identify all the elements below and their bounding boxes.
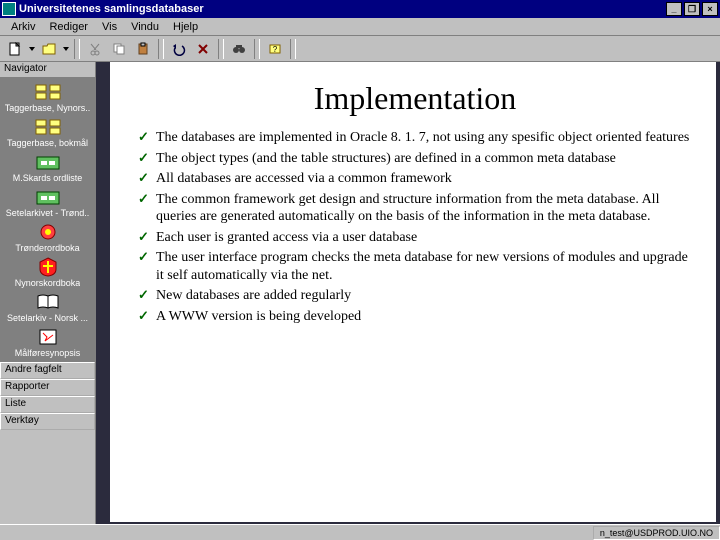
sidebar-item-label: Taggerbase, bokmål bbox=[7, 138, 88, 148]
work-area: Navigator Taggerbase, Nynors.. Taggerbas… bbox=[0, 62, 720, 524]
cut-button[interactable] bbox=[84, 39, 106, 59]
navigator-body: Taggerbase, Nynors.. Taggerbase, bokmål … bbox=[0, 78, 95, 362]
window-title: Universitetenes samlingsdatabaser bbox=[19, 3, 666, 15]
scissors-icon bbox=[88, 42, 102, 56]
footer-verktoy[interactable]: Verktøy bbox=[0, 413, 95, 430]
footer-rapporter[interactable]: Rapporter bbox=[0, 379, 95, 396]
mdi-background: Implementation The databases are impleme… bbox=[96, 62, 720, 524]
slide-bullet: The common framework get design and stru… bbox=[138, 191, 692, 226]
svg-text:?: ? bbox=[273, 45, 278, 54]
sidebar-item-label: Setelarkiv - Norsk ... bbox=[7, 313, 88, 323]
rose-icon bbox=[33, 222, 63, 242]
toolbar-separator bbox=[158, 39, 164, 59]
footer-andre-fagfelt[interactable]: Andre fagfelt bbox=[0, 362, 95, 379]
slide-bullet: The user interface program checks the me… bbox=[138, 249, 692, 284]
sidebar-item-label: M.Skards ordliste bbox=[13, 173, 83, 183]
find-button[interactable] bbox=[228, 39, 250, 59]
minimize-button[interactable]: _ bbox=[666, 2, 682, 16]
slide-title: Implementation bbox=[138, 80, 692, 117]
navigator-footer: Andre fagfelt Rapporter Liste Verktøy bbox=[0, 362, 95, 430]
paste-button[interactable] bbox=[132, 39, 154, 59]
open-button[interactable] bbox=[38, 39, 60, 59]
binoculars-icon bbox=[232, 42, 246, 56]
slide-bullet: A WWW version is being developed bbox=[138, 308, 692, 326]
folder-icon bbox=[33, 152, 63, 172]
navigator-panel: Navigator Taggerbase, Nynors.. Taggerbas… bbox=[0, 62, 96, 524]
title-bar: Universitetenes samlingsdatabaser _ ❐ × bbox=[0, 0, 720, 18]
map-icon bbox=[33, 327, 63, 347]
open-dropdown-icon[interactable] bbox=[62, 39, 70, 59]
new-button[interactable] bbox=[4, 39, 26, 59]
database-icon bbox=[33, 117, 63, 137]
copy-icon bbox=[112, 42, 126, 56]
paste-icon bbox=[136, 42, 150, 56]
window-controls: _ ❐ × bbox=[666, 2, 718, 16]
crest-icon bbox=[33, 257, 63, 277]
status-tray: n_test@USDPROD.UIO.NO bbox=[593, 526, 720, 540]
slide-bullet-list: The databases are implemented in Oracle … bbox=[138, 129, 692, 325]
sidebar-item-tronderordboka[interactable]: Trønderordboka bbox=[2, 220, 93, 255]
undo-icon bbox=[172, 42, 186, 56]
toolbar-separator bbox=[290, 39, 296, 59]
sidebar-item-taggerbase-nynorsk[interactable]: Taggerbase, Nynors.. bbox=[2, 80, 93, 115]
delete-icon bbox=[196, 42, 210, 56]
sidebar-item-label: Trønderordboka bbox=[15, 243, 79, 253]
toolbar: ? bbox=[0, 36, 720, 62]
sidebar-item-setelarkivet-trond[interactable]: Setelarkivet - Trønd.. bbox=[2, 185, 93, 220]
navigator-header: Navigator bbox=[0, 62, 95, 78]
slide-bullet: New databases are added regularly bbox=[138, 287, 692, 305]
sidebar-item-malforesynopsis[interactable]: Målføresynopsis bbox=[2, 325, 93, 360]
new-dropdown-icon[interactable] bbox=[28, 39, 36, 59]
status-bar: n_test@USDPROD.UIO.NO bbox=[0, 524, 720, 540]
sidebar-item-label: Nynorskordboka bbox=[15, 278, 81, 288]
open-folder-icon bbox=[42, 42, 56, 56]
slide-bullet: The object types (and the table structur… bbox=[138, 150, 692, 168]
toolbar-separator bbox=[254, 39, 260, 59]
book-icon bbox=[33, 292, 63, 312]
footer-liste[interactable]: Liste bbox=[0, 396, 95, 413]
slide-area: Implementation The databases are impleme… bbox=[110, 62, 716, 522]
sidebar-item-label: Målføresynopsis bbox=[15, 348, 81, 358]
menu-arkiv[interactable]: Arkiv bbox=[4, 20, 42, 34]
sidebar-item-skards-ordliste[interactable]: M.Skards ordliste bbox=[2, 150, 93, 185]
delete-button[interactable] bbox=[192, 39, 214, 59]
maximize-button[interactable]: ❐ bbox=[684, 2, 700, 16]
slide-bullet: All databases are accessed via a common … bbox=[138, 170, 692, 188]
help-button[interactable]: ? bbox=[264, 39, 286, 59]
menu-rediger[interactable]: Rediger bbox=[42, 20, 95, 34]
menu-bar: Arkiv Rediger Vis Vindu Hjelp bbox=[0, 18, 720, 36]
slide-bullet: Each user is granted access via a user d… bbox=[138, 229, 692, 247]
folder-icon bbox=[33, 187, 63, 207]
slide-bullet: The databases are implemented in Oracle … bbox=[138, 129, 692, 147]
database-icon bbox=[33, 82, 63, 102]
sidebar-item-taggerbase-bokmal[interactable]: Taggerbase, bokmål bbox=[2, 115, 93, 150]
sidebar-item-setelarkiv-norsk[interactable]: Setelarkiv - Norsk ... bbox=[2, 290, 93, 325]
close-button[interactable]: × bbox=[702, 2, 718, 16]
new-icon bbox=[8, 42, 22, 56]
help-icon: ? bbox=[268, 42, 282, 56]
sidebar-item-nynorskordboka[interactable]: Nynorskordboka bbox=[2, 255, 93, 290]
menu-vis[interactable]: Vis bbox=[95, 20, 124, 34]
sidebar-item-label: Setelarkivet - Trønd.. bbox=[6, 208, 90, 218]
toolbar-separator bbox=[74, 39, 80, 59]
sidebar-item-label: Taggerbase, Nynors.. bbox=[5, 103, 91, 113]
copy-button[interactable] bbox=[108, 39, 130, 59]
menu-hjelp[interactable]: Hjelp bbox=[166, 20, 205, 34]
toolbar-separator bbox=[218, 39, 224, 59]
menu-vindu[interactable]: Vindu bbox=[124, 20, 166, 34]
app-icon bbox=[2, 2, 16, 16]
undo-button[interactable] bbox=[168, 39, 190, 59]
